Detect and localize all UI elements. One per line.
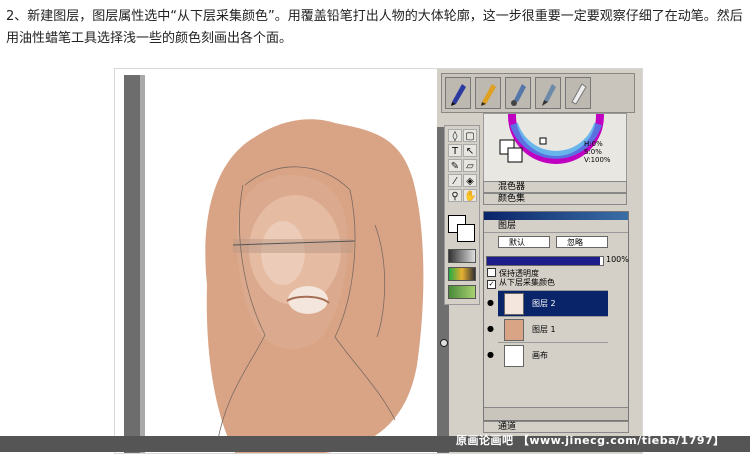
watermark: 原画论画吧 【www.jinecg.com/tieba/1797】	[456, 434, 725, 447]
eye-icon[interactable]: ●	[487, 342, 497, 368]
drawing-canvas[interactable]	[145, 75, 445, 453]
pencil-icon[interactable]	[475, 77, 501, 109]
opacity-slider[interactable]	[486, 256, 604, 266]
eye-icon[interactable]: ●	[487, 290, 497, 316]
hand-icon[interactable]: ▢	[463, 129, 477, 142]
preserve-transparency-label: 保持透明度	[499, 269, 539, 278]
grayscale-preview[interactable]	[448, 249, 476, 263]
layers-header[interactable]: 图层	[484, 220, 628, 233]
composite-value: 忽略	[567, 238, 583, 247]
grab-icon[interactable]: ✋	[463, 189, 477, 202]
scroll-thumb[interactable]	[440, 339, 448, 347]
airbrush-icon[interactable]	[505, 77, 531, 109]
painter-screenshot: ◊ ▢ T ↖ ✎ ▱ ⁄ ◈ ⚲ ✋ H:0% S:0% V:100% 混色器…	[114, 68, 643, 454]
color-readout: H:0% S:0% V:100%	[584, 140, 611, 164]
brush-icon[interactable]	[535, 77, 561, 109]
layer-thumbnail	[504, 293, 524, 315]
texture-preview[interactable]	[448, 267, 476, 281]
left-frame-bar	[124, 75, 140, 453]
text-icon[interactable]: T	[448, 144, 462, 157]
layer-thumbnail	[504, 345, 524, 367]
checkbox-empty	[487, 268, 496, 277]
color-set-label: 颜色集	[498, 194, 526, 204]
opacity-value: 100%	[606, 255, 629, 264]
layers-title: 图层	[498, 221, 517, 231]
mixer-panel-header[interactable]: 混色器	[483, 181, 627, 193]
blend-mode-value: 默认	[509, 238, 525, 247]
saturation-value: S:0%	[584, 148, 602, 156]
layers-titlebar[interactable]	[484, 212, 628, 220]
layer-name: 图层 1	[532, 325, 556, 334]
lasso-icon[interactable]: ◊	[448, 129, 462, 142]
bucket-icon[interactable]: ◈	[463, 174, 477, 187]
composite-select[interactable]: 忽略	[556, 236, 608, 248]
channels-label: 通道	[498, 422, 517, 432]
blend-mode-select[interactable]: 默认	[498, 236, 550, 248]
brush-selector	[441, 73, 635, 113]
pen-icon[interactable]	[445, 77, 471, 109]
instruction-caption: 2、新建图层，图层属性选中“从下层采集颜色”。用覆盖铅笔打出人物的大体轮廓，这一…	[6, 9, 743, 46]
sample-lower-checkbox[interactable]: ✓ 从下层采集颜色	[487, 278, 555, 289]
layers-panel: 图层 默认 忽略 100% 保持透明度 ✓ 从下层采集颜色 ● 图层 2 ● 图层…	[483, 211, 629, 421]
opacity-fill	[487, 257, 600, 265]
background-color-swatch[interactable]	[457, 224, 475, 242]
checkbox-checked: ✓	[487, 280, 496, 289]
layer-name: 画布	[532, 351, 548, 360]
brush-tool-icon[interactable]: ✎	[448, 159, 462, 172]
portrait-sketch	[205, 119, 424, 453]
magnifier-icon[interactable]: ⚲	[448, 189, 462, 202]
sample-lower-label: 从下层采集颜色	[499, 278, 555, 287]
value-value: V:100%	[584, 156, 611, 164]
arrow-icon[interactable]: ↖	[463, 144, 477, 157]
layers-footer-toolbar[interactable]	[484, 407, 628, 420]
eraser-tool-icon[interactable]: ▱	[463, 159, 477, 172]
hue-value: H:0%	[584, 140, 603, 148]
layer-row-layer2[interactable]: 图层 2	[498, 290, 608, 316]
layer-name: 图层 2	[532, 299, 556, 308]
layer-thumbnail	[504, 319, 524, 341]
eye-icon[interactable]: ●	[487, 316, 497, 342]
eyedropper-icon[interactable]: ⁄	[448, 174, 462, 187]
mixer-label: 混色器	[498, 182, 526, 192]
paper-preview[interactable]	[448, 285, 476, 299]
layer-row-canvas[interactable]: 画布	[498, 342, 608, 368]
color-set-panel-header[interactable]: 颜色集	[483, 193, 627, 205]
eraser-icon[interactable]	[565, 77, 591, 109]
layer-row-layer1[interactable]: 图层 1	[498, 316, 608, 342]
